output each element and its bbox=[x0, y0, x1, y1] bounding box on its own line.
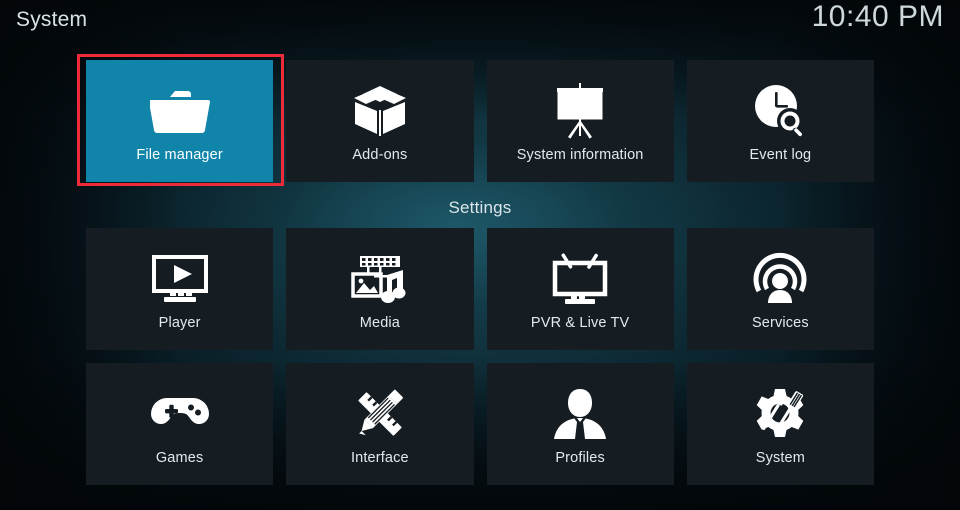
page-title: System bbox=[16, 8, 88, 31]
tile-label: System bbox=[755, 450, 805, 466]
gamepad-icon bbox=[148, 383, 212, 445]
tile-label: Profiles bbox=[555, 450, 605, 466]
tile-label: System information bbox=[516, 147, 644, 163]
tile-label: Event log bbox=[749, 147, 812, 163]
open-box-icon bbox=[348, 80, 412, 142]
tile-player[interactable]: Player bbox=[86, 228, 274, 350]
pencil-ruler-icon bbox=[348, 383, 412, 445]
tile-label: File manager bbox=[136, 147, 223, 163]
tv-antenna-icon bbox=[548, 248, 612, 310]
monitor-play-icon bbox=[148, 248, 212, 310]
folder-icon bbox=[148, 80, 212, 142]
tile-interface[interactable]: Interface bbox=[286, 363, 474, 485]
tile-label: Add-ons bbox=[352, 147, 408, 163]
gear-tools-icon bbox=[748, 383, 812, 445]
tile-games[interactable]: Games bbox=[86, 363, 274, 485]
header-bar: System 10:40 PM bbox=[0, 0, 960, 48]
film-photo-music-icon bbox=[348, 248, 412, 310]
tile-pvr-live-tv[interactable]: PVR & Live TV bbox=[486, 228, 674, 350]
settings-grid: Player Media PVR & Live TV Services Game… bbox=[86, 228, 874, 485]
tile-label: Interface bbox=[350, 450, 409, 466]
tile-services[interactable]: Services bbox=[686, 228, 874, 350]
settings-row-2: Games Interface Profiles System bbox=[86, 363, 874, 485]
kodi-system-screen: System 10:40 PM File manager Add-ons Sys… bbox=[0, 0, 960, 510]
presentation-icon bbox=[548, 80, 612, 142]
tile-label: Media bbox=[359, 315, 400, 331]
person-bust-icon bbox=[548, 383, 612, 445]
tile-label: Player bbox=[158, 315, 201, 331]
tile-system[interactable]: System bbox=[686, 363, 874, 485]
clock-search-icon bbox=[748, 80, 812, 142]
settings-section-heading: Settings bbox=[448, 198, 512, 217]
clock: 10:40 PM bbox=[811, 0, 944, 33]
settings-row-1: Player Media PVR & Live TV Services bbox=[86, 228, 874, 350]
tile-system-information[interactable]: System information bbox=[486, 60, 674, 182]
tile-media[interactable]: Media bbox=[286, 228, 474, 350]
tile-event-log[interactable]: Event log bbox=[686, 60, 874, 182]
tile-add-ons[interactable]: Add-ons bbox=[286, 60, 474, 182]
broadcast-person-icon bbox=[748, 248, 812, 310]
tile-label: PVR & Live TV bbox=[530, 315, 630, 331]
tile-file-manager[interactable]: File manager bbox=[86, 60, 274, 182]
tile-label: Services bbox=[751, 315, 809, 331]
top-menu-grid: File manager Add-ons System information bbox=[86, 60, 874, 182]
tile-profiles[interactable]: Profiles bbox=[486, 363, 674, 485]
tile-label: Games bbox=[155, 450, 204, 466]
top-menu-row: File manager Add-ons System information bbox=[86, 60, 874, 182]
